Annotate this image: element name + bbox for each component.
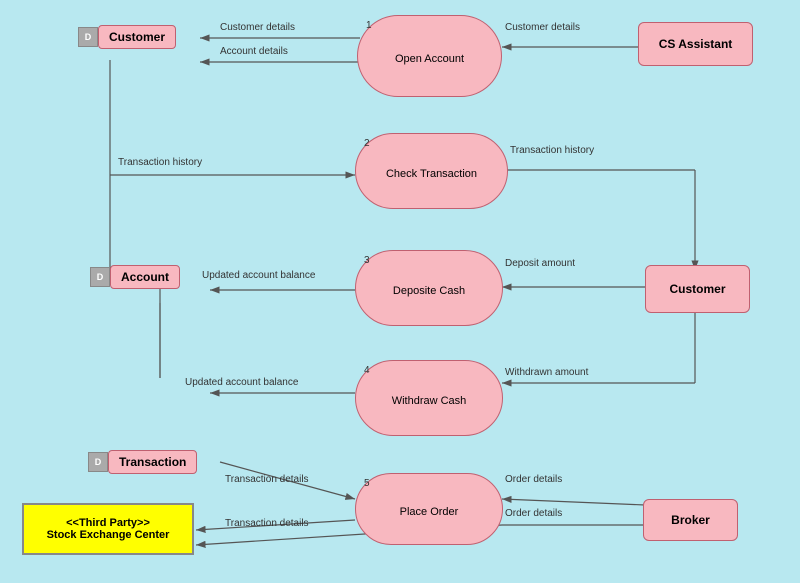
uc3-deposite-cash: 3 Deposite Cash	[355, 250, 503, 326]
uc1-number: 1	[366, 20, 372, 31]
diagram-container: Customer details Account details Custome…	[0, 0, 800, 583]
uc3-number: 3	[364, 255, 370, 266]
uc1-label: Open Account	[395, 53, 464, 65]
label-updated-balance-2: Updated account balance	[185, 377, 298, 388]
transaction-db-icon: D	[88, 452, 108, 472]
customer-top-label: Customer	[98, 25, 176, 49]
label-order-details-2: Order details	[505, 508, 562, 519]
customer-top-actor: D Customer	[78, 25, 176, 49]
customer-top-db-icon: D	[78, 27, 98, 47]
label-transaction-details-1: Transaction details	[225, 474, 309, 485]
customer-right-label: Customer	[669, 282, 725, 296]
account-label: Account	[110, 265, 180, 289]
transaction-db-actor: D Transaction	[88, 450, 197, 474]
account-db-icon: D	[90, 267, 110, 287]
label-withdrawn-amount: Withdrawn amount	[505, 367, 588, 378]
label-updated-balance-1: Updated account balance	[202, 270, 315, 281]
label-deposit-amount: Deposit amount	[505, 258, 575, 269]
uc2-number: 2	[364, 138, 370, 149]
account-db-actor: D Account	[90, 265, 180, 289]
uc4-number: 4	[364, 365, 370, 376]
uc1-open-account: 1 Open Account	[357, 15, 502, 97]
label-account-details: Account details	[220, 46, 288, 57]
uc4-withdraw-cash: 4 Withdraw Cash	[355, 360, 503, 436]
uc2-check-transaction: 2 Check Transaction	[355, 133, 508, 209]
broker-label: Broker	[671, 513, 710, 527]
label-transaction-details-2: Transaction details	[225, 518, 309, 529]
label-order-details-1: Order details	[505, 474, 562, 485]
uc2-label: Check Transaction	[386, 168, 477, 180]
stock-exchange-label: <<Third Party>>Stock Exchange Center	[47, 517, 170, 541]
cs-assistant-actor: CS Assistant	[638, 22, 753, 66]
uc5-label: Place Order	[400, 506, 459, 518]
customer-right-actor: Customer	[645, 265, 750, 313]
label-customer-details-1: Customer details	[220, 22, 295, 33]
label-transaction-history-right: Transaction history	[510, 145, 594, 156]
uc4-label: Withdraw Cash	[392, 395, 467, 407]
label-transaction-history-left: Transaction history	[118, 157, 202, 168]
transaction-label: Transaction	[108, 450, 197, 474]
uc3-label: Deposite Cash	[393, 285, 465, 297]
label-customer-details-2: Customer details	[505, 22, 580, 33]
uc5-place-order: 5 Place Order	[355, 473, 503, 545]
stock-exchange-actor: <<Third Party>>Stock Exchange Center	[22, 503, 194, 555]
broker-actor: Broker	[643, 499, 738, 541]
uc5-number: 5	[364, 478, 370, 489]
cs-assistant-label: CS Assistant	[659, 37, 733, 51]
